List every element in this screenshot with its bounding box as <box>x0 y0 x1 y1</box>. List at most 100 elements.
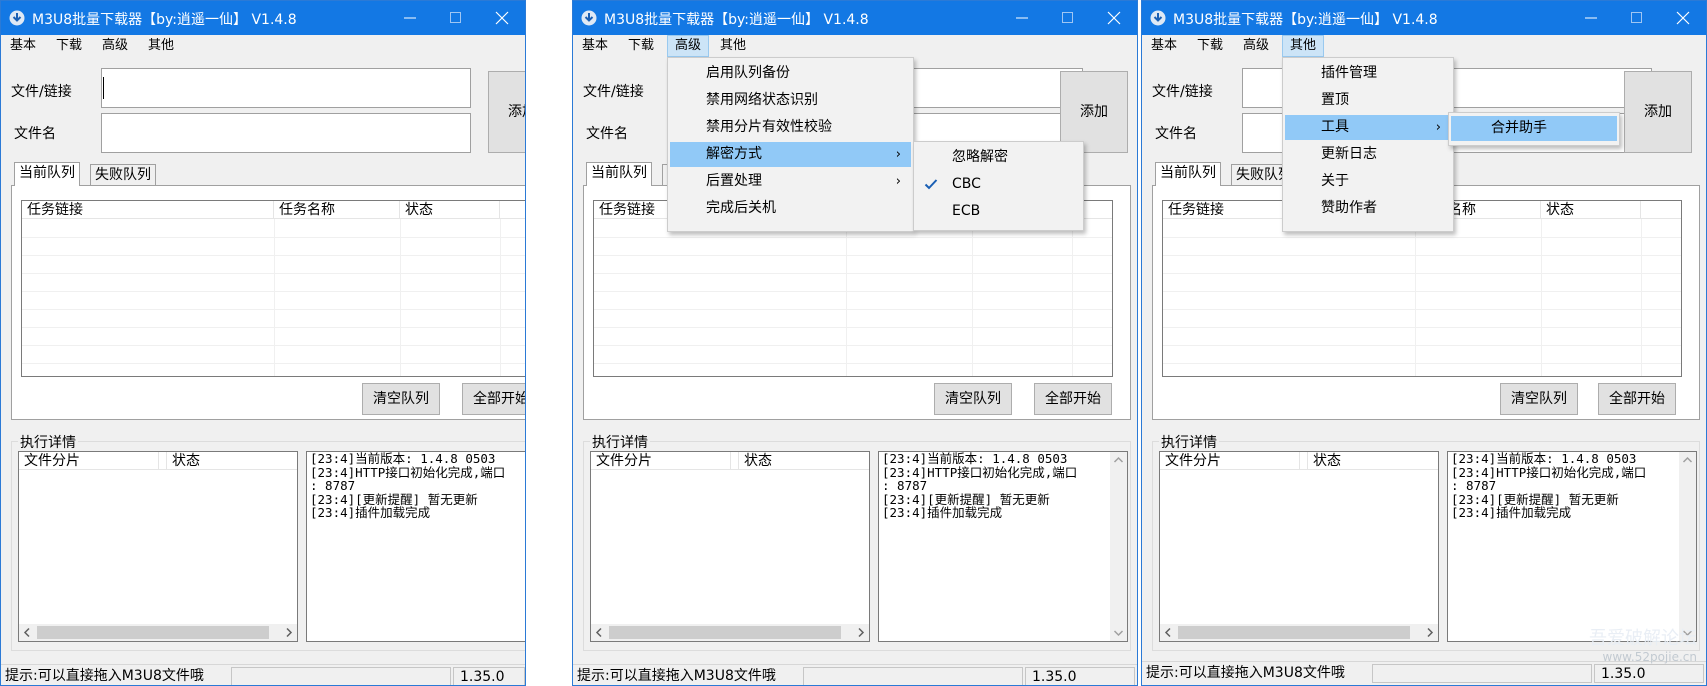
menu-item-plugin-manager[interactable]: 插件管理 <box>1285 61 1451 86</box>
log-vscrollbar[interactable] <box>1110 452 1127 641</box>
menu-download[interactable]: 下载 <box>621 35 661 57</box>
scroll-thumb[interactable] <box>1178 626 1410 639</box>
log-output[interactable]: [23:4]当前版本: 1.4.8 0503 [23:4]HTTP接口初始化完成… <box>878 451 1128 642</box>
scroll-left-icon[interactable] <box>1163 627 1174 638</box>
menu-item-disable-segment-verify[interactable]: 禁用分片有效性校验 <box>670 115 911 140</box>
col-segment-status[interactable]: 状态 <box>1308 452 1438 470</box>
add-button[interactable]: 添加 <box>488 71 525 153</box>
status-bar: 提示:可以直接拖入M3U8文件哦 1.35.0 <box>1 664 525 685</box>
menu-advanced[interactable]: 高级 <box>95 35 135 57</box>
log-output[interactable]: [23:4]当前版本: 1.4.8 0503 [23:4]HTTP接口初始化完成… <box>1447 451 1697 642</box>
menu-item-label: 赞助作者 <box>1321 200 1377 216</box>
log-line: : 8787 <box>882 478 928 493</box>
col-segment-status[interactable]: 状态 <box>739 452 869 470</box>
title-bar[interactable]: M3U8批量下载器【by:逍遥一仙】 V1.4.8 <box>1142 1 1706 35</box>
filename-label: 文件名 <box>1155 126 1197 142</box>
col-file-segment[interactable]: 文件分片 <box>19 452 159 470</box>
add-button[interactable]: 添加 <box>1624 71 1692 153</box>
log-vscrollbar[interactable] <box>1679 452 1696 641</box>
menu-item-tools[interactable]: 工具 › <box>1285 115 1451 140</box>
menu-item-shutdown-after[interactable]: 完成后关机 <box>670 196 911 221</box>
menu-other[interactable]: 其他 <box>141 35 181 57</box>
col-task-name[interactable]: 任务名称 <box>274 201 400 219</box>
scroll-left-icon[interactable] <box>594 627 605 638</box>
maximize-button[interactable] <box>1045 1 1091 35</box>
menu-download[interactable]: 下载 <box>1190 35 1230 57</box>
segment-list[interactable]: 文件分片 状态 <box>18 451 298 642</box>
start-all-button[interactable]: 全部开始 <box>1034 383 1112 415</box>
menu-item-cbc[interactable]: CBC <box>916 172 1081 197</box>
close-button[interactable] <box>479 1 525 35</box>
maximize-button[interactable] <box>1614 1 1660 35</box>
menu-basic[interactable]: 基本 <box>1144 35 1184 57</box>
menu-basic[interactable]: 基本 <box>3 35 43 57</box>
menu-item-post-processing[interactable]: 后置处理 › <box>670 169 911 194</box>
segment-hscrollbar[interactable] <box>1160 624 1438 641</box>
scroll-thumb[interactable] <box>37 626 269 639</box>
scroll-up-icon[interactable] <box>1113 455 1124 466</box>
title-bar[interactable]: M3U8批量下载器【by:逍遥一仙】 V1.4.8 <box>573 1 1137 35</box>
segment-list[interactable]: 文件分片 状态 <box>1159 451 1439 642</box>
menu-item-changelog[interactable]: 更新日志 <box>1285 142 1451 167</box>
log-line: [23:4]HTTP接口初始化完成,端口 <box>882 464 1078 480</box>
menu-advanced[interactable]: 高级 <box>667 35 710 57</box>
scroll-up-icon[interactable] <box>1682 455 1693 466</box>
clear-queue-button[interactable]: 清空队列 <box>362 383 440 415</box>
title-bar[interactable]: M3U8批量下载器【by:逍遥一仙】 V1.4.8 <box>1 1 525 35</box>
submenu-arrow-icon: › <box>895 174 901 189</box>
segment-hscrollbar[interactable] <box>591 624 869 641</box>
scroll-down-icon[interactable] <box>1113 627 1124 638</box>
filename-input[interactable] <box>101 113 471 153</box>
menu-other[interactable]: 其他 <box>1282 35 1325 57</box>
log-line: [23:4]插件加载完成 <box>310 505 431 520</box>
clear-queue-button[interactable]: 清空队列 <box>934 383 1012 415</box>
start-all-button[interactable]: 全部开始 <box>1598 383 1676 415</box>
menu-item-label: 忽略解密 <box>952 149 1008 165</box>
col-status[interactable]: 状态 <box>400 201 500 219</box>
menu-item-label: 禁用分片有效性校验 <box>706 119 832 135</box>
menu-basic[interactable]: 基本 <box>575 35 615 57</box>
clear-queue-button[interactable]: 清空队列 <box>1500 383 1578 415</box>
task-list-header: 任务链接 任务名称 状态 <box>22 201 525 219</box>
col-task-link[interactable]: 任务链接 <box>22 201 274 219</box>
menu-advanced[interactable]: 高级 <box>1236 35 1276 57</box>
status-progress <box>803 667 1023 685</box>
tab-current-queue[interactable]: 当前队列 <box>14 162 80 186</box>
status-version: 1.35.0 <box>1025 667 1135 685</box>
minimize-button[interactable] <box>1568 1 1614 35</box>
scroll-left-icon[interactable] <box>22 627 33 638</box>
start-all-button[interactable]: 全部开始 <box>462 383 525 415</box>
segment-hscrollbar[interactable] <box>19 624 297 641</box>
tab-failed-queue[interactable]: 失败队列 <box>90 164 156 187</box>
file-link-input[interactable] <box>101 68 471 108</box>
menu-item-always-on-top[interactable]: 置顶 <box>1285 88 1451 113</box>
close-button[interactable] <box>1091 1 1137 35</box>
maximize-button[interactable] <box>433 1 479 35</box>
col-status[interactable]: 状态 <box>1541 201 1641 219</box>
menu-other[interactable]: 其他 <box>713 35 753 57</box>
col-segment-status[interactable]: 状态 <box>167 452 297 470</box>
col-file-segment[interactable]: 文件分片 <box>591 452 731 470</box>
menu-item-merge-helper[interactable]: 合并助手 <box>1451 116 1617 141</box>
tab-current-queue[interactable]: 当前队列 <box>586 162 652 186</box>
scroll-right-icon[interactable] <box>1424 627 1435 638</box>
scroll-right-icon[interactable] <box>855 627 866 638</box>
menu-download[interactable]: 下载 <box>49 35 89 57</box>
task-list[interactable]: 任务链接 任务名称 状态 <box>21 200 525 377</box>
tab-current-queue[interactable]: 当前队列 <box>1155 162 1221 186</box>
log-output[interactable]: [23:4]当前版本: 1.4.8 0503 [23:4]HTTP接口初始化完成… <box>306 451 525 642</box>
menu-item-decrypt-method[interactable]: 解密方式 › <box>670 142 911 167</box>
menu-item-sponsor[interactable]: 赞助作者 <box>1285 196 1451 221</box>
scroll-right-icon[interactable] <box>283 627 294 638</box>
menu-item-about[interactable]: 关于 <box>1285 169 1451 194</box>
scroll-thumb[interactable] <box>609 626 841 639</box>
segment-list[interactable]: 文件分片 状态 <box>590 451 870 642</box>
menu-item-disable-network-detect[interactable]: 禁用网络状态识别 <box>670 88 911 113</box>
menu-item-ecb[interactable]: ECB <box>916 199 1081 224</box>
menu-item-ignore-decrypt[interactable]: 忽略解密 <box>916 145 1081 170</box>
minimize-button[interactable] <box>999 1 1045 35</box>
minimize-button[interactable] <box>387 1 433 35</box>
col-file-segment[interactable]: 文件分片 <box>1160 452 1300 470</box>
close-button[interactable] <box>1660 1 1706 35</box>
menu-item-enable-queue-backup[interactable]: 启用队列备份 <box>670 61 911 86</box>
